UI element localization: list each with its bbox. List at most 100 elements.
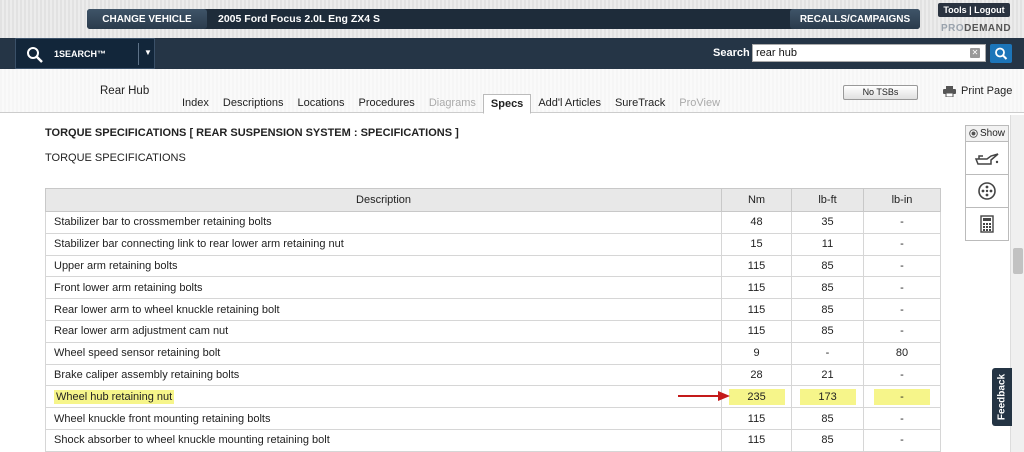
- no-tsbs-button[interactable]: No TSBs: [843, 85, 918, 100]
- tools-logout-link[interactable]: Tools | Logout: [938, 3, 1010, 17]
- cell-nm: 115: [721, 320, 793, 343]
- cell-nm: 115: [721, 298, 793, 321]
- divider: [138, 43, 139, 65]
- tab-suretrack[interactable]: SureTrack: [608, 94, 672, 114]
- red-arrow-annotation: [678, 391, 730, 401]
- vehicle-name: 2005 Ford Focus 2.0L Eng ZX4 S: [218, 13, 381, 25]
- table-row: Front lower arm retaining bolts 115 85-: [44, 276, 941, 300]
- change-vehicle-button[interactable]: CHANGE VEHICLE: [87, 9, 207, 29]
- page-subtitle: TORQUE SPECIFICATIONS: [45, 152, 186, 164]
- cell-description: Stabilizer bar to crossmember retaining …: [44, 211, 723, 234]
- cell-description: Brake caliper assembly retaining bolts: [44, 364, 723, 387]
- cell-lb-in: -: [863, 233, 941, 256]
- table-row: Stabilizer bar to crossmember retaining …: [44, 211, 941, 234]
- prodemand-logo: PRODEMAND: [941, 23, 1012, 34]
- cell-nm: 235: [721, 385, 793, 409]
- cell-nm: 115: [721, 429, 793, 452]
- show-label: Show: [979, 128, 1005, 139]
- cell-description: Wheel knuckle front mounting retaining b…: [44, 407, 723, 430]
- table-row: Wheel speed sensor retaining bolt 9-80: [44, 342, 941, 365]
- search-icon: [995, 47, 1008, 60]
- table-row: Rear lower arm adjustment cam nut 115 85-: [44, 320, 941, 343]
- print-page-label: Print Page: [961, 85, 1013, 97]
- recalls-campaigns-button[interactable]: RECALLS/CAMPAIGNS: [790, 9, 920, 29]
- cell-lb-ft: 85: [791, 298, 864, 321]
- column-header-lb-in: lb-in: [863, 188, 941, 212]
- search-bar: 1SEARCH™ ▼ Search ✕: [0, 38, 1024, 69]
- cell-lb-in: -: [863, 298, 941, 321]
- cell-lb-ft: 85: [791, 429, 864, 452]
- table-row: Upper arm retaining bolts 115 85-: [44, 255, 941, 278]
- tab-diagrams: Diagrams: [428, 97, 476, 109]
- cell-lb-ft: 173: [791, 385, 864, 409]
- cell-lb-in: -: [863, 364, 941, 387]
- cell-lb-ft: 85: [791, 276, 864, 300]
- cell-nm: 15: [721, 233, 793, 256]
- cell-lb-in: -: [863, 320, 941, 343]
- page-title: TORQUE SPECIFICATIONS [ REAR SUSPENSION …: [45, 127, 459, 139]
- cell-lb-ft: 35: [791, 211, 864, 234]
- cell-lb-ft: 11: [791, 233, 864, 256]
- vehicle-bar: CHANGE VEHICLE 2005 Ford Focus 2.0L Eng …: [87, 9, 920, 29]
- search-label: Search: [713, 47, 750, 59]
- cell-lb-in: -: [863, 385, 941, 409]
- cell-lb-ft: 85: [791, 320, 864, 343]
- onesearch-button[interactable]: 1SEARCH™ ▼: [15, 38, 155, 69]
- oil-can-icon[interactable]: [965, 142, 1009, 175]
- cell-nm: 48: [721, 211, 793, 234]
- search-submit-button[interactable]: [990, 44, 1012, 63]
- cell-lb-ft: 21: [791, 364, 864, 387]
- cell-lb-ft: 85: [791, 255, 864, 278]
- calculator-icon[interactable]: [965, 208, 1009, 241]
- tab-descriptions[interactable]: Descriptions: [216, 94, 291, 114]
- radio-icon: [969, 129, 978, 138]
- clear-icon[interactable]: ✕: [970, 48, 980, 58]
- table-row: Stabilizer bar connecting link to rear l…: [44, 233, 941, 256]
- wheel-icon[interactable]: [965, 175, 1009, 208]
- search-input[interactable]: [752, 44, 986, 62]
- cell-nm: 28: [721, 364, 793, 387]
- table-row: Wheel hub retaining nut 235 173-: [44, 385, 941, 409]
- cell-description: Rear lower arm to wheel knuckle retainin…: [44, 298, 723, 321]
- column-header-lb-ft: lb-ft: [791, 188, 864, 212]
- print-page-button[interactable]: Print Page: [943, 85, 1012, 97]
- cell-nm: 115: [721, 255, 793, 278]
- torque-specs-table: Description Nm lb-ft lb-in Stabilizer ba…: [44, 188, 941, 452]
- tab-addl-articles[interactable]: Add'l Articles: [531, 94, 608, 114]
- cell-description: Stabilizer bar connecting link to rear l…: [44, 233, 723, 256]
- top-bar: CHANGE VEHICLE 2005 Ford Focus 2.0L Eng …: [0, 0, 1024, 38]
- column-header-nm: Nm: [721, 188, 793, 212]
- cell-lb-ft: -: [791, 342, 864, 365]
- column-header-description: Description: [44, 188, 723, 212]
- cell-nm: 9: [721, 342, 793, 365]
- scrollbar-thumb[interactable]: [1013, 248, 1023, 274]
- tab-procedures[interactable]: Procedures: [352, 94, 422, 114]
- tab-locations[interactable]: Locations: [290, 94, 351, 114]
- chevron-down-icon[interactable]: ▼: [144, 48, 152, 57]
- cell-lb-in: -: [863, 255, 941, 278]
- cell-lb-ft: 85: [791, 407, 864, 430]
- table-row: Wheel knuckle front mounting retaining b…: [44, 407, 941, 430]
- cell-nm: 115: [721, 407, 793, 430]
- cell-description: Wheel hub retaining nut: [44, 385, 723, 409]
- cell-lb-in: -: [863, 276, 941, 300]
- show-toggle[interactable]: Show: [965, 125, 1009, 142]
- section-title: Rear Hub: [100, 85, 150, 97]
- feedback-button[interactable]: Feedback: [992, 368, 1012, 426]
- tab-specs[interactable]: Specs: [482, 94, 532, 114]
- tab-proview: ProView: [679, 97, 721, 109]
- table-row: Brake caliper assembly retaining bolts 28…: [44, 364, 941, 387]
- cell-nm: 115: [721, 276, 793, 300]
- cell-description: Front lower arm retaining bolts: [44, 276, 723, 300]
- cell-lb-in: -: [863, 211, 941, 234]
- document-nav: Rear Hub Index Descriptions Locations Pr…: [0, 69, 1024, 114]
- tool-panel: Show: [965, 125, 1009, 241]
- printer-icon: [943, 85, 956, 97]
- tab-index[interactable]: Index: [175, 94, 216, 114]
- onesearch-label: 1SEARCH™: [54, 49, 107, 59]
- table-row: Shock absorber to wheel knuckle mounting…: [44, 429, 941, 452]
- cell-lb-in: 80: [863, 342, 941, 365]
- vertical-scrollbar[interactable]: [1010, 115, 1024, 452]
- tab-bar: Index Descriptions Locations Procedures …: [175, 94, 727, 114]
- cell-description: Rear lower arm adjustment cam nut: [44, 320, 723, 343]
